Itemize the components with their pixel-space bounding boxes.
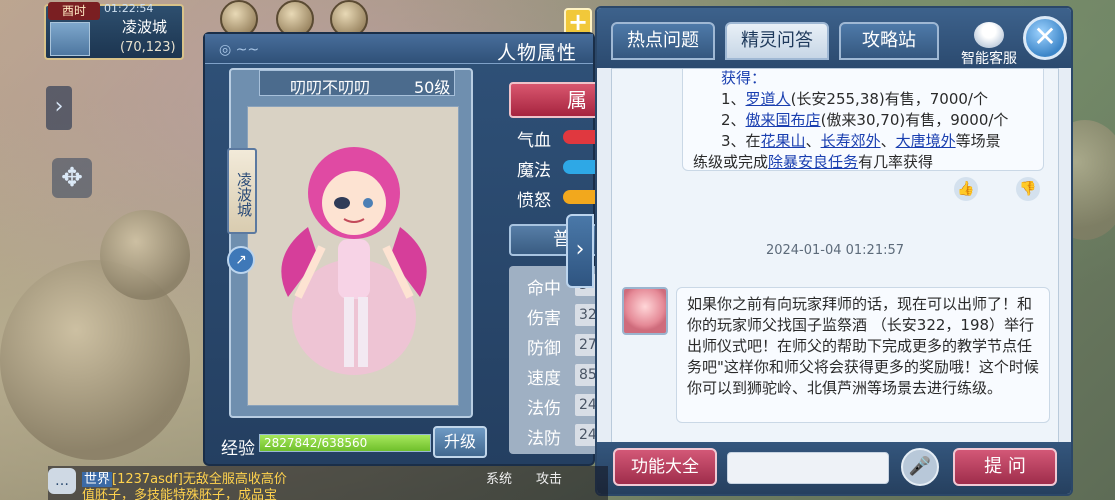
character-window-title: 人物属性	[497, 42, 578, 64]
thumbs-up-icon[interactable]: 👍	[954, 177, 978, 201]
time-period-tag: 酉时	[48, 2, 100, 20]
answer-line: 练级或完成除暴安良任务有几率获得	[693, 152, 1033, 173]
help-window-header: 热点问题 精灵问答 攻略站 智能客服 ✕	[597, 8, 1071, 68]
message-text: 如果你之前有向玩家拜师的话，现在可以出师了！和你的玩家师父找国子监祭酒 （长安3…	[687, 295, 1039, 397]
spirit-avatar	[622, 287, 668, 335]
rage-label: 愤怒	[517, 191, 551, 211]
answer-prefix: 1、	[721, 90, 746, 108]
world-chat-bar[interactable]: … 世界 [1237asdf]无敌全服高收高价 值胚子，多技能特殊胚子，成品宝 系…	[48, 466, 608, 500]
collapse-right-arrow-icon[interactable]: ›	[566, 214, 594, 288]
chat-bubble-icon[interactable]: …	[48, 468, 76, 494]
tab-hot-questions[interactable]: 热点问题	[611, 22, 715, 60]
help-window: 热点问题 精灵问答 攻略站 智能客服 ✕ 获得： 1、罗道人(长安255,38)…	[595, 6, 1073, 496]
city-vertical-label: 凌波城	[227, 148, 257, 234]
qa-chat-area[interactable]: 获得： 1、罗道人(长安255,38)有售，7000/个 2、傲来国布店(傲来3…	[611, 68, 1059, 444]
ask-button[interactable]: 提 问	[953, 448, 1057, 486]
smart-support-button[interactable]: 智能客服	[949, 22, 1029, 67]
chat-tab-attack[interactable]: 攻击	[536, 468, 562, 487]
character-level: 50级	[414, 78, 451, 97]
answer-text: (傲来30,70)有售，9000/个	[820, 111, 1009, 129]
scene-link-changshou[interactable]: 长寿郊外	[821, 132, 881, 150]
move-arrows-icon[interactable]: ✥	[52, 158, 92, 198]
character-portrait	[247, 106, 459, 406]
stat-label: 伤害	[527, 309, 561, 329]
share-icon[interactable]: ↗	[227, 246, 255, 274]
hp-label: 气血	[517, 131, 551, 151]
character-window-titlebar: ◎ ~~ 人物属性	[205, 34, 593, 64]
answer-text: 练级或完成	[693, 153, 769, 171]
quest-link-chubao[interactable]: 除暴安良任务	[768, 153, 858, 171]
character-sprite	[281, 147, 427, 375]
mp-label: 魔法	[517, 161, 551, 181]
title-ornament-icon: ◎ ~~	[219, 42, 260, 58]
portrait-name-bar: 叨叨不叨叨 50级	[259, 70, 455, 97]
answer-separator: 、	[880, 132, 896, 150]
scene-link-huaguoshan[interactable]: 花果山	[761, 132, 806, 150]
all-functions-button[interactable]: 功能大全	[613, 448, 717, 486]
stat-label: 防御	[527, 339, 561, 359]
answer-text: 有几率获得	[858, 153, 934, 171]
chat-text: 值胚子，多技能特殊胚子，成品宝	[82, 488, 278, 500]
attributes-header[interactable]: 属	[509, 82, 601, 118]
help-window-footer: 功能大全 🎤 提 问	[597, 442, 1071, 494]
answer-line: 3、在花果山、长寿郊外、大唐境外等场景	[693, 131, 1033, 152]
question-input[interactable]	[727, 452, 889, 484]
tab-guide-station[interactable]: 攻略站	[839, 22, 939, 60]
scene-link-datang[interactable]: 大唐境外	[896, 132, 956, 150]
character-name: 叨叨不叨叨	[290, 78, 371, 97]
world-scenery-stone	[100, 210, 190, 300]
stat-label: 法伤	[527, 399, 561, 419]
tab-spirit-qa[interactable]: 精灵问答	[725, 22, 829, 60]
minimap-thumbnail[interactable]	[50, 22, 90, 56]
stat-label: 命中	[527, 279, 561, 299]
stat-label: 速度	[527, 369, 561, 389]
support-agent-icon	[974, 22, 1004, 48]
clock-readout: 01:22:54	[104, 2, 154, 15]
experience-value: 2827842/638560	[264, 436, 368, 450]
experience-label: 经验	[221, 439, 255, 459]
chat-line: 值胚子，多技能特殊胚子，成品宝	[82, 484, 277, 500]
answer-separator: 、	[805, 132, 821, 150]
location-name: 凌波城	[122, 18, 168, 36]
close-icon[interactable]: ✕	[1023, 16, 1067, 60]
expand-left-arrow-icon[interactable]: ›	[46, 86, 72, 130]
answer-bubble: 获得： 1、罗道人(长安255,38)有售，7000/个 2、傲来国布店(傲来3…	[682, 69, 1044, 173]
thumbs-down-icon[interactable]: 👎	[1016, 177, 1040, 201]
npc-link-luodaoren[interactable]: 罗道人	[746, 90, 791, 108]
message-bubble: 如果你之前有向玩家拜师的话，现在可以出师了！和你的玩家师父找国子监祭酒 （长安3…	[676, 287, 1050, 423]
answer-prefix: 3、在	[721, 132, 761, 150]
answer-prefix: 2、	[721, 111, 746, 129]
experience-bar: 2827842/638560	[259, 434, 431, 452]
basic-stats-panel: 命中 3 伤害 32 防御 27 速度 85 法伤 24 法防 24	[509, 266, 605, 454]
location-coordinates: (70,123)	[120, 40, 176, 55]
answer-text: (长安255,38)有售，7000/个	[790, 90, 988, 108]
npc-link-aolai-shop[interactable]: 傲来国布店	[746, 111, 821, 129]
answer-header: 获得：	[721, 69, 767, 87]
portrait-frame: 叨叨不叨叨 50级 凌波城 ↗	[227, 68, 473, 418]
answer-line: 1、罗道人(长安255,38)有售，7000/个	[693, 89, 1033, 110]
answer-text: 等场景	[955, 132, 1001, 150]
message-timestamp: 2024-01-04 01:21:57	[765, 243, 905, 258]
smart-support-label: 智能客服	[961, 51, 1017, 67]
answer-line: 2、傲来国布店(傲来30,70)有售，9000/个	[693, 110, 1033, 131]
microphone-icon[interactable]: 🎤	[901, 448, 939, 486]
upgrade-button[interactable]: 升级	[433, 426, 487, 458]
character-attributes-window: ◎ ~~ 人物属性 叨叨不叨叨 50级 凌波城 ↗ 经验 2827842/638…	[203, 32, 607, 466]
stat-label: 法防	[527, 429, 561, 449]
chat-tab-system[interactable]: 系统	[486, 468, 512, 487]
